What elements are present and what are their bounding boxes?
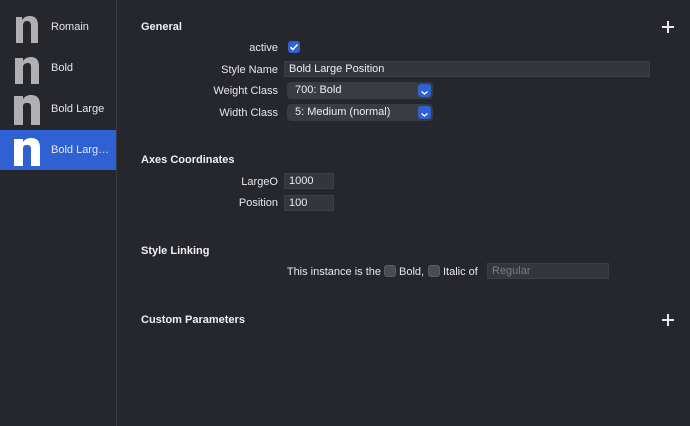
instance-item-bold-large[interactable]: Bold Large [0, 89, 116, 129]
style-linking-sentence: This instance is the [286, 266, 381, 278]
glyph-n-icon [14, 134, 40, 166]
position-axis-label: Position [238, 197, 278, 209]
instance-properties-panel: General active Style Name Bold Large Pos… [117, 0, 690, 426]
active-label: active [249, 42, 278, 54]
section-heading-style-linking: Style Linking [141, 245, 210, 257]
italic-link-label: Italic of [443, 266, 478, 278]
width-class-select[interactable]: 5: Medium (normal) [287, 104, 433, 121]
chevron-updown-icon [418, 84, 431, 97]
weight-class-select[interactable]: 700: Bold [287, 82, 433, 99]
style-name-label: Style Name [221, 64, 278, 76]
instance-item-romain[interactable]: Romain [0, 7, 116, 47]
glyph-n-icon [14, 52, 40, 84]
style-name-field[interactable]: Bold Large Position [284, 61, 650, 77]
weight-class-value: 700: Bold [295, 84, 342, 96]
instance-item-bold[interactable]: Bold [0, 48, 116, 88]
large-axis-label: LargeO [241, 176, 278, 188]
large-axis-field[interactable]: 1000 [284, 173, 334, 189]
add-icon[interactable] [661, 20, 675, 34]
chevron-updown-icon [418, 106, 431, 119]
width-class-value: 5: Medium (normal) [295, 106, 391, 118]
position-axis-field[interactable]: 100 [284, 195, 334, 211]
section-heading-general: General [141, 21, 182, 33]
instance-label: Bold [51, 62, 74, 74]
instance-item-bold-large-position[interactable]: Bold Large Position [0, 130, 116, 170]
active-checkbox[interactable] [288, 41, 300, 53]
glyph-n-icon [14, 93, 40, 125]
glyph-n-icon [14, 11, 40, 43]
width-class-label: Width Class [219, 107, 278, 119]
section-heading-axes: Axes Coordinates [141, 154, 235, 166]
linked-style-field[interactable]: Regular [487, 263, 609, 279]
section-heading-custom-parameters: Custom Parameters [141, 314, 245, 326]
instance-label: Bold Large [51, 103, 105, 115]
bold-checkbox[interactable] [384, 265, 396, 277]
bold-link-label: Bold, [399, 266, 425, 278]
italic-checkbox[interactable] [428, 265, 440, 277]
instance-label: Romain [51, 21, 89, 33]
add-icon[interactable] [661, 313, 675, 327]
instance-label: Bold Large Position [51, 144, 115, 156]
checkmark-icon [289, 43, 299, 51]
weight-class-label: Weight Class [213, 85, 278, 97]
instance-sidebar: Romain Bold Bold Large Bold Large Positi… [0, 0, 117, 426]
